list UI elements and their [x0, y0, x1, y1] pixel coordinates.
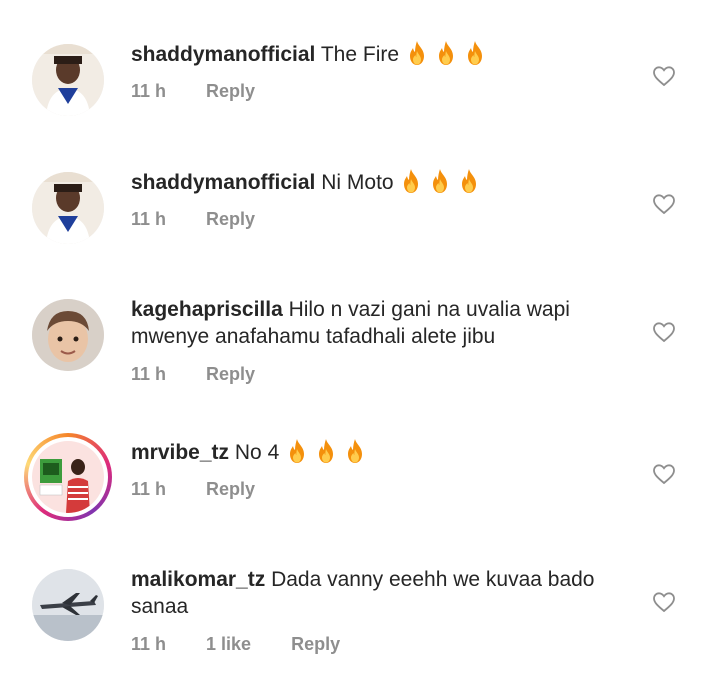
comment-body: The Fire [320, 43, 400, 66]
comment-text: kagehapriscilla Hilo n vazi gani na uval… [131, 296, 631, 350]
comment-time: 11 h [131, 479, 167, 499]
comment-time: 11 h [131, 209, 167, 229]
comment-username[interactable]: mrvibe_tz [131, 441, 229, 464]
story-ring[interactable] [24, 433, 112, 521]
reply-button[interactable]: Reply [291, 634, 340, 655]
comment-body: Ni Moto [321, 171, 394, 194]
fire-emoji [285, 438, 309, 464]
fire-emoji [399, 168, 423, 194]
reply-button[interactable]: Reply [206, 364, 255, 385]
comment-time: 11 h [131, 364, 167, 384]
avatar[interactable] [32, 172, 104, 244]
heart-outline-icon[interactable] [652, 320, 676, 344]
fire-emoji [434, 40, 458, 66]
like-count[interactable]: 1 like [206, 634, 251, 655]
fire-emoji [343, 438, 367, 464]
reply-button[interactable]: Reply [206, 81, 255, 102]
fire-emoji [428, 168, 452, 194]
comment-username[interactable]: shaddymanofficial [131, 43, 315, 66]
heart-outline-icon[interactable] [652, 64, 676, 88]
comment-username[interactable]: shaddymanofficial [131, 171, 315, 194]
fire-emoji [457, 168, 481, 194]
heart-outline-icon[interactable] [652, 192, 676, 216]
comment-text: mrvibe_tz No 4 [131, 438, 631, 466]
fire-emoji [314, 438, 338, 464]
comment-text: shaddymanofficial Ni Moto [131, 168, 631, 196]
fire-emoji [463, 40, 487, 66]
avatar[interactable] [32, 44, 104, 116]
reply-button[interactable]: Reply [206, 479, 255, 500]
comment-body: No 4 [234, 441, 280, 464]
comment-time: 11 h [131, 634, 167, 654]
avatar[interactable] [32, 299, 104, 371]
comment-text: malikomar_tz Dada vanny eeehh we kuvaa b… [131, 566, 631, 620]
comment-username[interactable]: kagehapriscilla [131, 298, 283, 321]
avatar[interactable] [32, 569, 104, 641]
fire-emoji [405, 40, 429, 66]
reply-button[interactable]: Reply [206, 209, 255, 230]
comment-time: 11 h [131, 81, 167, 101]
comment-text: shaddymanofficial The Fire [131, 40, 631, 68]
avatar [32, 441, 104, 513]
comment-username[interactable]: malikomar_tz [131, 568, 265, 591]
heart-outline-icon[interactable] [652, 590, 676, 614]
heart-outline-icon[interactable] [652, 462, 676, 486]
